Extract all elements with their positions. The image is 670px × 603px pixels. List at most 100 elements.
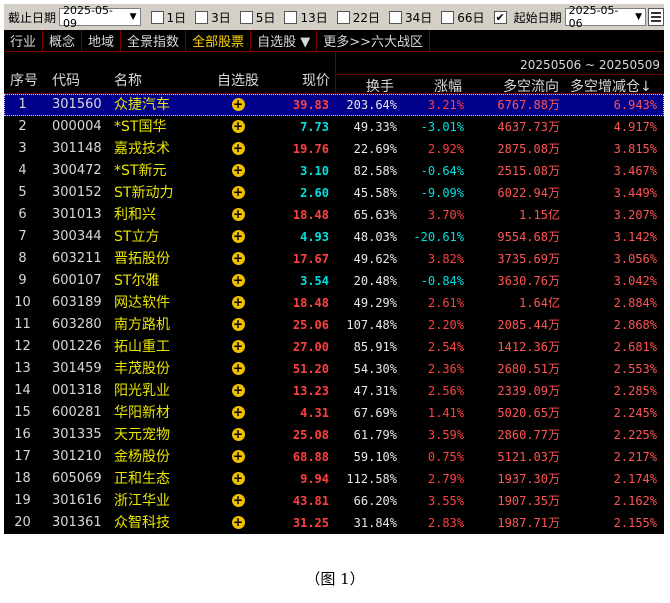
- table-row[interactable]: 14 001318 阳光乳业 +13.23 47.31% 2.56% 2339.09万 2.2…: [4, 380, 664, 402]
- period-checkbox[interactable]: 13日: [284, 9, 328, 26]
- period-checkbox[interactable]: 3日: [195, 9, 231, 26]
- col-header-code[interactable]: 代码: [52, 70, 80, 90]
- add-favorite-button[interactable]: +: [228, 160, 248, 182]
- table-row[interactable]: 20 301361 众智科技 +31.25 31.84% 2.83% 1987.71万 2.1…: [4, 512, 664, 534]
- add-favorite-button[interactable]: +: [228, 468, 248, 490]
- table-row[interactable]: 3 301148 嘉戎技术 +19.76 22.69% 2.92% 2875.08万 3.81…: [4, 138, 664, 160]
- tab-1[interactable]: 概念: [43, 30, 83, 51]
- add-favorite-button[interactable]: +: [228, 490, 248, 512]
- end-date-picker[interactable]: 2025-05-09 ▼: [59, 4, 141, 30]
- table-row[interactable]: 12 001226 拓山重工 +27.00 85.91% 2.54% 1412.36万 2.6…: [4, 336, 664, 358]
- table-row[interactable]: 8 603211 晋拓股份 +17.67 49.62% 3.82% 3735.69万 3.05…: [4, 248, 664, 270]
- plus-circle-icon[interactable]: +: [231, 230, 245, 243]
- period-checkbox[interactable]: 5日: [239, 9, 275, 26]
- plus-circle-icon[interactable]: +: [231, 164, 245, 177]
- table-row[interactable]: 11 603280 南方路机 +25.06 107.48% 2.20% 2085.44万 2.…: [4, 314, 664, 336]
- plus-circle-icon[interactable]: +: [231, 274, 245, 287]
- period-checkbox[interactable]: 1日: [150, 9, 186, 26]
- add-favorite-button[interactable]: +: [228, 402, 248, 424]
- tab-4[interactable]: 全部股票: [186, 30, 252, 51]
- table-row[interactable]: 16 301335 天元宠物 +25.08 61.79% 3.59% 2860.77万 2.2…: [4, 424, 664, 446]
- add-favorite-button[interactable]: +: [228, 380, 248, 402]
- tab-0[interactable]: 行业: [4, 30, 44, 51]
- table-row[interactable]: 2 000004 *ST国华 +7.73 49.33% -3.01% 4637.73万 4.9…: [4, 116, 664, 138]
- period-label: 66日: [457, 10, 485, 25]
- add-favorite-button[interactable]: +: [228, 358, 248, 380]
- checkbox-icon[interactable]: [150, 10, 164, 24]
- table-row[interactable]: 10 603189 网达软件 +18.48 49.29% 2.61% 1.64亿 2.884%: [4, 292, 664, 314]
- calendar-icon[interactable]: [648, 8, 664, 26]
- stock-code: 600107: [52, 273, 102, 288]
- add-favorite-button[interactable]: +: [228, 116, 248, 138]
- add-favorite-button[interactable]: +: [228, 336, 248, 358]
- start-date-picker[interactable]: 2025-05-06 ▼: [564, 4, 647, 30]
- table-row[interactable]: 13 301459 丰茂股份 +51.20 54.30% 2.36% 2680.51万 2.5…: [4, 358, 664, 380]
- plus-circle-icon[interactable]: +: [231, 494, 245, 507]
- checkbox-checked-icon[interactable]: ✔: [493, 10, 507, 24]
- plus-circle-icon[interactable]: +: [231, 340, 245, 353]
- turnover-rate: 48.03%: [353, 230, 397, 244]
- col-header-name[interactable]: 名称: [114, 70, 142, 90]
- add-favorite-button[interactable]: +: [228, 226, 248, 248]
- table-row[interactable]: 15 600281 华阳新材 +4.31 67.69% 1.41% 5020.65万 2.24…: [4, 402, 664, 424]
- table-row[interactable]: 7 300344 ST立方 +4.93 48.03% -20.61% 9554.68万 3.1…: [4, 226, 664, 248]
- table-row[interactable]: 1 301560 众捷汽车 +39.83 203.64% 3.21% 6767.88万 6.9…: [4, 94, 664, 116]
- period-checkbox[interactable]: 66日: [441, 9, 485, 26]
- plus-circle-icon[interactable]: +: [231, 208, 245, 221]
- tab-2[interactable]: 地域: [82, 30, 122, 51]
- add-favorite-button[interactable]: +: [228, 248, 248, 270]
- plus-circle-icon[interactable]: +: [231, 384, 245, 397]
- table-row[interactable]: 6 301013 利和兴 +18.48 65.63% 3.70% 1.15亿 3.207%: [4, 204, 664, 226]
- period-checkbox[interactable]: 34日: [389, 9, 432, 26]
- table-row[interactable]: 19 301616 浙江华业 +43.81 66.20% 3.55% 1907.35万 2.1…: [4, 490, 664, 512]
- current-price: 18.48: [292, 296, 329, 310]
- add-favorite-button[interactable]: +: [228, 94, 248, 116]
- chevron-down-icon[interactable]: ▼: [635, 12, 642, 22]
- plus-circle-icon[interactable]: +: [231, 450, 245, 463]
- table-row[interactable]: 18 605069 正和生态 +9.94 112.58% 2.79% 1937.30万 2.1…: [4, 468, 664, 490]
- table-row[interactable]: 17 301210 金杨股份 +68.88 59.10% 0.75% 5121.03万 2.2…: [4, 446, 664, 468]
- checkbox-icon[interactable]: [389, 10, 402, 24]
- add-favorite-button[interactable]: +: [228, 182, 248, 204]
- chevron-down-icon[interactable]: ▼: [130, 12, 137, 22]
- add-favorite-button[interactable]: +: [228, 446, 248, 468]
- table-row[interactable]: 5 300152 ST新动力 +2.60 45.58% -9.09% 6022.94万 3.4…: [4, 182, 664, 204]
- add-favorite-button[interactable]: +: [228, 138, 248, 160]
- tab-6[interactable]: 更多>>六大战区: [317, 30, 431, 51]
- checkbox-icon[interactable]: [239, 10, 253, 24]
- plus-circle-icon[interactable]: +: [231, 428, 245, 441]
- add-favorite-button[interactable]: +: [228, 424, 248, 446]
- plus-circle-icon[interactable]: +: [231, 516, 245, 529]
- plus-circle-icon[interactable]: +: [231, 252, 245, 265]
- add-favorite-button[interactable]: +: [228, 314, 248, 336]
- plus-circle-icon[interactable]: +: [231, 318, 245, 331]
- add-favorite-button[interactable]: +: [228, 292, 248, 314]
- table-row[interactable]: 9 600107 ST尔雅 +3.54 20.48% -0.84% 3630.76万 3.04…: [4, 270, 664, 292]
- period-checkbox[interactable]: ✔: [493, 10, 510, 24]
- plus-circle-icon[interactable]: +: [231, 362, 245, 375]
- end-date-label: 截止日期: [8, 10, 57, 25]
- checkbox-icon[interactable]: [441, 10, 455, 24]
- checkbox-icon[interactable]: [336, 10, 350, 24]
- current-price: 7.73: [300, 120, 329, 134]
- col-header-price[interactable]: 现价: [302, 70, 330, 90]
- checkbox-icon[interactable]: [195, 10, 209, 24]
- plus-circle-icon[interactable]: +: [231, 186, 245, 199]
- col-header-index[interactable]: 序号: [10, 70, 38, 90]
- plus-circle-icon[interactable]: +: [231, 120, 245, 133]
- plus-circle-icon[interactable]: +: [231, 406, 245, 419]
- position-change: 3.467%: [613, 164, 657, 178]
- tab-5[interactable]: 自选股 ▼: [251, 30, 318, 51]
- plus-circle-icon[interactable]: +: [231, 98, 245, 111]
- add-favorite-button[interactable]: +: [228, 204, 248, 226]
- tab-3[interactable]: 全景指数: [121, 30, 187, 51]
- add-favorite-button[interactable]: +: [228, 512, 248, 534]
- add-favorite-button[interactable]: +: [228, 270, 248, 292]
- period-checkbox[interactable]: 22日: [336, 9, 380, 26]
- col-header-favorite[interactable]: 自选股: [217, 70, 259, 90]
- table-row[interactable]: 4 300472 *ST新元 +3.10 82.58% -0.64% 2515.08万 3.4…: [4, 160, 664, 182]
- plus-circle-icon[interactable]: +: [231, 296, 245, 309]
- plus-circle-icon[interactable]: +: [231, 472, 245, 485]
- plus-circle-icon[interactable]: +: [231, 142, 245, 155]
- checkbox-icon[interactable]: [284, 10, 298, 24]
